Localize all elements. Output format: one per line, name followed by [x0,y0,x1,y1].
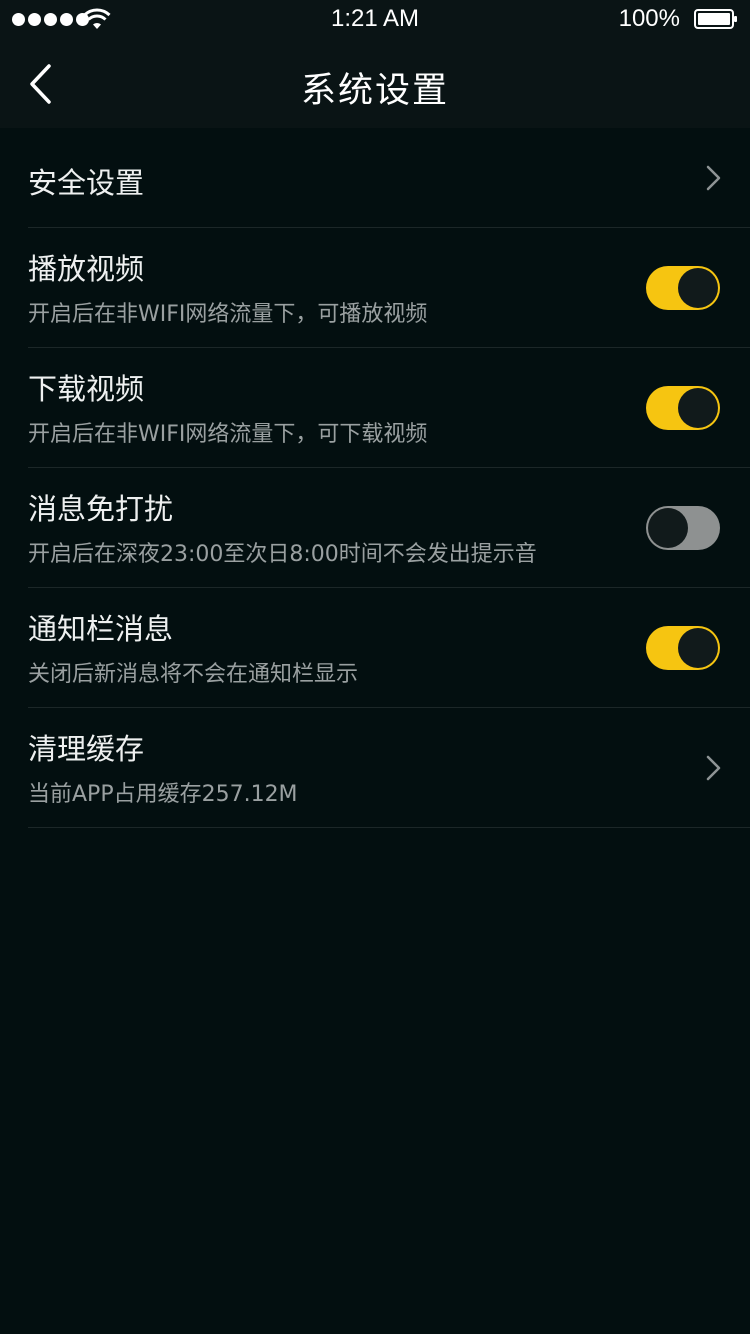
toggle-knob [648,508,688,548]
do-not-disturb-toggle[interactable] [646,506,720,550]
toggle-knob [678,268,718,308]
battery-percent: 100% [618,5,680,32]
settings-row-clear-cache[interactable]: 清理缓存 当前APP占用缓存257.12M [0,708,750,828]
settings-row-notification-bar: 通知栏消息 关闭后新消息将不会在通知栏显示 [0,588,750,708]
status-bar: 1:21 AM 100% [0,0,750,40]
notification-bar-description: 关闭后新消息将不会在通知栏显示 [28,662,359,687]
download-video-label: 下载视频 [28,372,145,406]
toggle-knob [678,628,718,668]
settings-row-play-video: 播放视频 开启后在非WIFI网络流量下，可播放视频 [0,228,750,348]
play-video-description: 开启后在非WIFI网络流量下，可播放视频 [28,302,428,327]
battery-icon [694,9,737,29]
settings-row-download-video: 下载视频 开启后在非WIFI网络流量下，可下载视频 [0,348,750,468]
play-video-label: 播放视频 [28,252,145,286]
do-not-disturb-description: 开启后在深夜23:00至次日8:00时间不会发出提示音 [28,542,537,567]
download-video-description: 开启后在非WIFI网络流量下，可下载视频 [28,422,428,447]
chevron-right-icon [706,165,721,191]
toggle-knob [678,388,718,428]
do-not-disturb-label: 消息免打扰 [28,492,174,526]
system-settings-screen: 1:21 AM 100% 系统设置 安全设置 播放视频 开启后在非WIFI网络流… [0,0,750,1334]
cache-size-description: 当前APP占用缓存257.12M [28,782,298,807]
settings-row-do-not-disturb: 消息免打扰 开启后在深夜23:00至次日8:00时间不会发出提示音 [0,468,750,588]
notification-bar-label: 通知栏消息 [28,612,174,646]
play-video-toggle[interactable] [646,266,720,310]
page-title: 系统设置 [300,71,449,111]
notification-bar-toggle[interactable] [646,626,720,670]
settings-list: 安全设置 播放视频 开启后在非WIFI网络流量下，可播放视频 下载视频 开启后在… [0,128,750,828]
chevron-right-icon [706,755,721,781]
download-video-toggle[interactable] [646,386,720,430]
navigation-bar: 系统设置 [0,40,750,128]
security-settings-label: 安全设置 [28,166,145,200]
clear-cache-label: 清理缓存 [28,732,145,766]
settings-row-security[interactable]: 安全设置 [0,128,750,228]
